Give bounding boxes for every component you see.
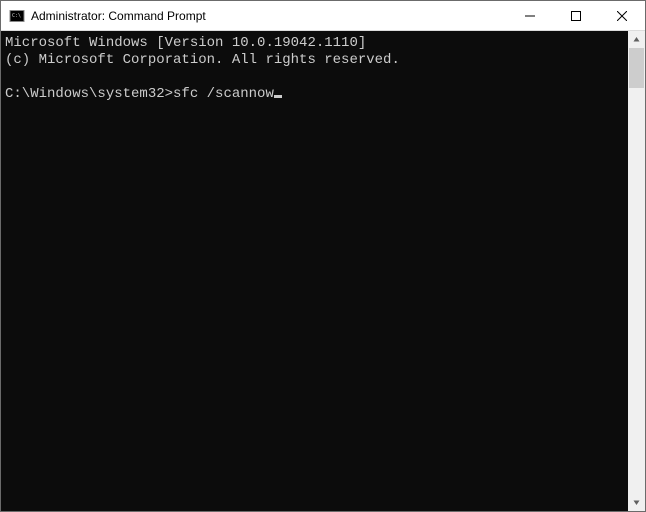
- terminal-output[interactable]: Microsoft Windows [Version 10.0.19042.11…: [1, 31, 628, 511]
- svg-text:C:\: C:\: [12, 13, 21, 19]
- version-line: Microsoft Windows [Version 10.0.19042.11…: [5, 35, 366, 51]
- window-controls: [507, 1, 645, 30]
- maximize-button[interactable]: [553, 1, 599, 30]
- scroll-track[interactable]: [628, 48, 645, 494]
- scroll-up-button[interactable]: [628, 31, 645, 48]
- vertical-scrollbar[interactable]: [628, 31, 645, 511]
- copyright-line: (c) Microsoft Corporation. All rights re…: [5, 52, 400, 68]
- text-cursor: [274, 95, 282, 98]
- prompt-line: C:\Windows\system32>sfc /scannow: [5, 86, 282, 102]
- scroll-down-button[interactable]: [628, 494, 645, 511]
- minimize-button[interactable]: [507, 1, 553, 30]
- command-text: sfc /scannow: [173, 86, 274, 102]
- close-button[interactable]: [599, 1, 645, 30]
- client-area: Microsoft Windows [Version 10.0.19042.11…: [1, 31, 645, 511]
- prompt-text: C:\Windows\system32>: [5, 86, 173, 102]
- titlebar[interactable]: C:\ Administrator: Command Prompt: [1, 1, 645, 31]
- scroll-thumb[interactable]: [629, 48, 644, 88]
- app-icon: C:\: [9, 8, 25, 24]
- command-prompt-window: C:\ Administrator: Command Prompt Micros…: [0, 0, 646, 512]
- window-title: Administrator: Command Prompt: [31, 9, 206, 23]
